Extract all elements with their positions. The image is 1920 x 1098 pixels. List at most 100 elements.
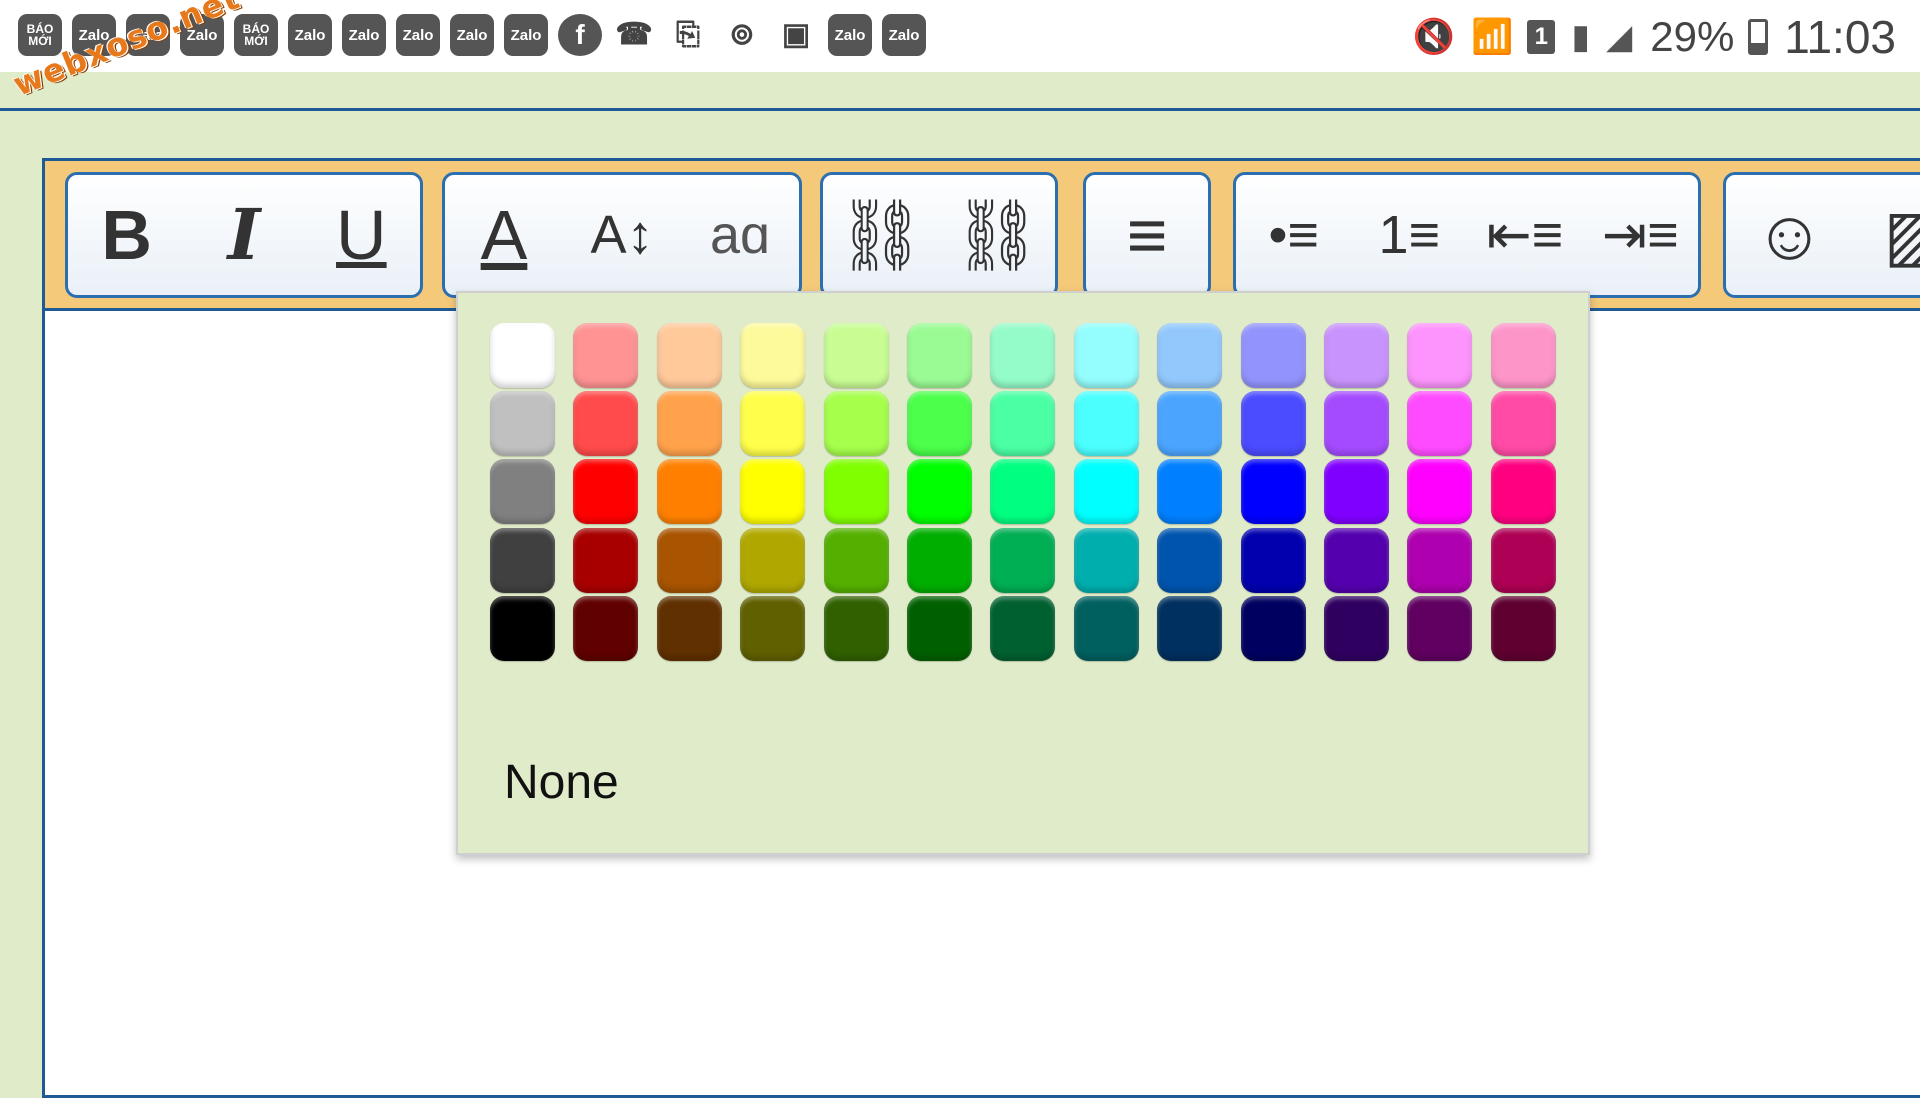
color-swatch[interactable] (1407, 323, 1472, 388)
color-swatch[interactable] (990, 323, 1055, 388)
color-swatch[interactable] (1241, 596, 1306, 661)
editor-toolbar: BIUAA↕aɑ⛓⛓≡•≡1≡⇤≡⇥≡☺▨ (45, 161, 1920, 311)
font-size-button[interactable]: A↕ (574, 185, 670, 285)
color-swatch[interactable] (1157, 459, 1222, 524)
color-swatch[interactable] (573, 323, 638, 388)
bulleted-list-icon: •≡ (1269, 208, 1319, 262)
color-swatch[interactable] (907, 528, 972, 593)
color-swatch[interactable] (1324, 391, 1389, 456)
color-swatch[interactable] (573, 391, 638, 456)
mute-icon: 🔇 (1413, 17, 1455, 57)
color-swatch[interactable] (824, 528, 889, 593)
bulleted-list-button[interactable]: •≡ (1246, 185, 1342, 285)
color-swatch[interactable] (740, 596, 805, 661)
color-swatch[interactable] (824, 323, 889, 388)
emoji-button[interactable]: ☺ (1742, 185, 1838, 285)
color-swatch[interactable] (1241, 459, 1306, 524)
color-swatch[interactable] (740, 459, 805, 524)
align-button[interactable]: ≡ (1099, 185, 1195, 285)
outdent-button[interactable]: ⇤≡ (1477, 185, 1573, 285)
color-swatch[interactable] (573, 596, 638, 661)
wifi-icon: 📶 (1471, 17, 1513, 57)
smiley-icon: ☺ (1754, 200, 1825, 270)
numbered-list-button[interactable]: 1≡ (1361, 185, 1457, 285)
color-swatch[interactable] (490, 323, 555, 388)
color-swatch[interactable] (490, 596, 555, 661)
color-swatch[interactable] (490, 528, 555, 593)
color-swatch[interactable] (990, 528, 1055, 593)
color-swatch[interactable] (1074, 323, 1139, 388)
indent-button[interactable]: ⇥≡ (1592, 185, 1688, 285)
align-left-icon: ≡ (1127, 200, 1168, 270)
underline-button[interactable]: U (313, 185, 409, 285)
color-swatch[interactable] (573, 528, 638, 593)
color-swatch[interactable] (1157, 596, 1222, 661)
color-swatch[interactable] (1241, 391, 1306, 456)
toolbar-group-3: ⛓⛓ (820, 172, 1058, 298)
no-color-option[interactable]: None (504, 755, 619, 810)
toolbar-group-4: ≡ (1083, 172, 1211, 298)
color-swatch[interactable] (1491, 391, 1556, 456)
color-swatch[interactable] (990, 391, 1055, 456)
color-swatch[interactable] (1157, 323, 1222, 388)
color-swatch[interactable] (1157, 528, 1222, 593)
color-swatch[interactable] (1241, 528, 1306, 593)
color-swatch[interactable] (657, 459, 722, 524)
system-status: 🔇 📶 1 ▮ ◢ 29% 11:03 (1397, 10, 1896, 64)
color-swatch[interactable] (657, 528, 722, 593)
font-family-button[interactable]: aɑ (692, 185, 788, 285)
color-swatch[interactable] (1074, 596, 1139, 661)
color-swatch[interactable] (1407, 528, 1472, 593)
color-swatch[interactable] (907, 391, 972, 456)
bold-icon: B (101, 200, 152, 270)
color-swatch[interactable] (1324, 528, 1389, 593)
text-color-picker: None (456, 291, 1590, 855)
color-swatch[interactable] (907, 459, 972, 524)
color-swatch[interactable] (1241, 323, 1306, 388)
zalo-icon: Zalo (288, 14, 332, 56)
color-swatch[interactable] (1491, 459, 1556, 524)
insert-image-button[interactable]: ▨ (1869, 185, 1920, 285)
color-swatch[interactable] (990, 596, 1055, 661)
color-swatch[interactable] (657, 391, 722, 456)
color-swatch[interactable] (824, 596, 889, 661)
color-swatch[interactable] (1491, 323, 1556, 388)
color-swatch[interactable] (1407, 391, 1472, 456)
color-swatch[interactable] (1074, 459, 1139, 524)
page-divider (0, 108, 1920, 111)
italic-button[interactable]: I (196, 185, 292, 285)
color-swatch[interactable] (990, 459, 1055, 524)
color-swatch[interactable] (573, 459, 638, 524)
color-swatch[interactable] (1324, 459, 1389, 524)
toolbar-group-1: BIU (65, 172, 423, 298)
color-swatch[interactable] (824, 391, 889, 456)
color-swatch[interactable] (1324, 323, 1389, 388)
color-swatch[interactable] (907, 596, 972, 661)
clipboard-icon: ⎘ (666, 14, 710, 56)
color-swatch[interactable] (740, 391, 805, 456)
color-swatch[interactable] (1157, 391, 1222, 456)
color-swatch[interactable] (1407, 596, 1472, 661)
insert-link-button[interactable]: ⛓ (833, 185, 929, 285)
color-swatch[interactable] (1491, 596, 1556, 661)
color-swatch[interactable] (1074, 391, 1139, 456)
color-swatch[interactable] (1074, 528, 1139, 593)
color-swatch[interactable] (824, 459, 889, 524)
link-icon: ⛓ (837, 200, 926, 270)
color-swatch[interactable] (740, 323, 805, 388)
color-swatch[interactable] (490, 459, 555, 524)
bold-button[interactable]: B (79, 185, 175, 285)
color-swatch[interactable] (490, 391, 555, 456)
color-swatch[interactable] (740, 528, 805, 593)
color-swatch[interactable] (657, 323, 722, 388)
color-swatch[interactable] (907, 323, 972, 388)
text-color-button[interactable]: A (456, 185, 552, 285)
text-color-icon: A (481, 200, 528, 270)
color-swatch[interactable] (1407, 459, 1472, 524)
outdent-icon: ⇤≡ (1486, 208, 1563, 262)
color-swatch[interactable] (1491, 528, 1556, 593)
color-swatch[interactable] (657, 596, 722, 661)
remove-link-button[interactable]: ⛓ (949, 185, 1045, 285)
battery-icon (1748, 19, 1768, 55)
color-swatch[interactable] (1324, 596, 1389, 661)
